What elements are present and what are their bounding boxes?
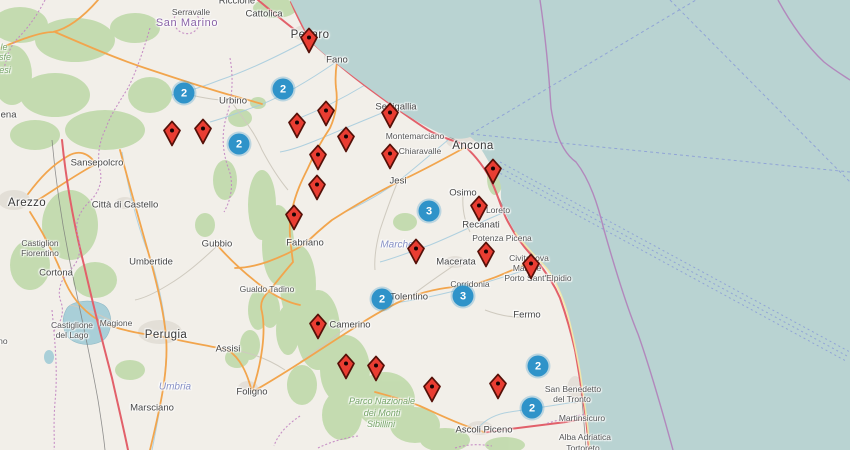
poi-marker[interactable]: [380, 143, 401, 170]
cluster-count: 2: [181, 87, 187, 99]
poi-marker-icon: [483, 158, 504, 185]
poi-marker[interactable]: [336, 126, 357, 153]
poi-marker-icon: [316, 100, 337, 127]
cluster-marker[interactable]: 2: [528, 356, 549, 377]
poi-marker[interactable]: [469, 195, 490, 222]
poi-marker-icon: [488, 373, 509, 400]
poi-marker[interactable]: [299, 27, 320, 54]
poi-marker[interactable]: [366, 355, 387, 382]
poi-marker-icon: [336, 353, 357, 380]
poi-marker[interactable]: [193, 118, 214, 145]
poi-marker-icon: [380, 143, 401, 170]
poi-marker-icon: [406, 238, 427, 265]
poi-marker[interactable]: [162, 120, 183, 147]
poi-marker[interactable]: [483, 158, 504, 185]
poi-marker-icon: [308, 313, 329, 340]
poi-marker[interactable]: [308, 313, 329, 340]
cluster-marker[interactable]: 2: [372, 289, 393, 310]
cluster-count: 3: [426, 205, 432, 217]
cluster-marker[interactable]: 2: [522, 398, 543, 419]
poi-marker-icon: [162, 120, 183, 147]
poi-marker-icon: [308, 144, 329, 171]
poi-marker[interactable]: [284, 204, 305, 231]
cluster-marker[interactable]: 3: [453, 286, 474, 307]
poi-marker-icon: [299, 27, 320, 54]
poi-marker[interactable]: [406, 238, 427, 265]
poi-marker-icon: [422, 376, 443, 403]
poi-marker[interactable]: [476, 241, 497, 268]
cluster-count: 2: [280, 83, 286, 95]
poi-marker[interactable]: [521, 253, 542, 280]
cluster-marker[interactable]: 3: [419, 201, 440, 222]
poi-marker[interactable]: [488, 373, 509, 400]
cluster-count: 2: [379, 293, 385, 305]
poi-marker[interactable]: [336, 353, 357, 380]
poi-marker-icon: [380, 102, 401, 129]
poi-marker[interactable]: [287, 112, 308, 139]
poi-marker-icon: [521, 253, 542, 280]
poi-marker[interactable]: [307, 174, 328, 201]
cluster-marker[interactable]: 2: [229, 134, 250, 155]
poi-marker[interactable]: [422, 376, 443, 403]
map-canvas[interactable]: RiccioneSerravalleSan MarinoCattolicaPes…: [0, 0, 850, 450]
poi-marker-icon: [476, 241, 497, 268]
poi-marker-icon: [307, 174, 328, 201]
poi-marker-icon: [193, 118, 214, 145]
cluster-marker[interactable]: 2: [273, 79, 294, 100]
poi-marker-icon: [284, 204, 305, 231]
cluster-count: 3: [460, 290, 466, 302]
cluster-count: 2: [236, 138, 242, 150]
poi-marker-icon: [336, 126, 357, 153]
cluster-count: 2: [529, 402, 535, 414]
cluster-marker[interactable]: 2: [174, 83, 195, 104]
poi-marker[interactable]: [380, 102, 401, 129]
poi-marker-icon: [287, 112, 308, 139]
poi-marker[interactable]: [316, 100, 337, 127]
poi-marker-icon: [366, 355, 387, 382]
cluster-count: 2: [535, 360, 541, 372]
poi-marker[interactable]: [308, 144, 329, 171]
poi-marker-icon: [469, 195, 490, 222]
